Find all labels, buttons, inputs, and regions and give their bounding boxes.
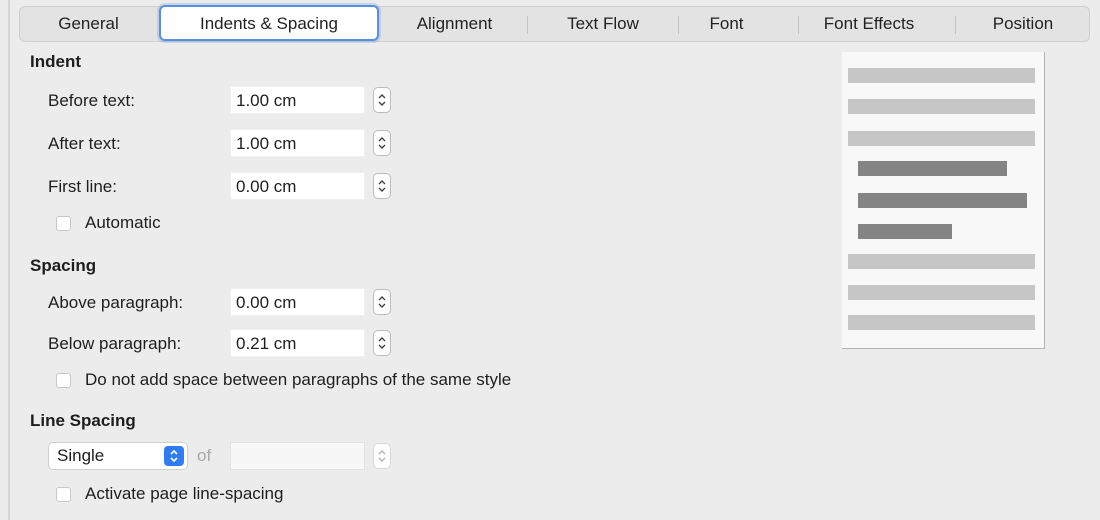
tab-position[interactable]: Position: [956, 7, 1090, 41]
before-text-label: Before text:: [48, 91, 135, 110]
tab-indents-spacing[interactable]: Indents & Spacing: [159, 5, 379, 41]
before-text-spinner[interactable]: [373, 87, 391, 113]
preview-line-current: [858, 224, 952, 239]
after-text-spinner[interactable]: [373, 130, 391, 156]
after-text-field[interactable]: 1.00 cm: [230, 129, 365, 157]
first-line-field[interactable]: 0.00 cm: [230, 172, 365, 200]
tab-font-effects[interactable]: Font Effects: [799, 7, 939, 41]
page-line-spacing-checkbox[interactable]: [56, 487, 71, 502]
spacing-heading: Spacing: [30, 256, 97, 275]
line-spacing-of-spinner[interactable]: [373, 443, 391, 469]
tab-general[interactable]: General: [20, 7, 157, 41]
preview-line-current: [858, 193, 1027, 208]
below-paragraph-label: Below paragraph:: [48, 334, 182, 353]
preview-line: [848, 99, 1035, 114]
spinner-arrows-icon: [378, 180, 386, 192]
tab-font[interactable]: Font: [679, 7, 774, 41]
select-chevron-icon: [164, 446, 184, 466]
above-paragraph-spinner[interactable]: [373, 289, 391, 315]
spinner-arrows-icon: [378, 137, 386, 149]
preview-line: [848, 315, 1035, 330]
first-line-spinner[interactable]: [373, 173, 391, 199]
indent-heading: Indent: [30, 52, 81, 71]
line-spacing-select-value: Single: [57, 446, 105, 465]
below-paragraph-field[interactable]: 0.21 cm: [230, 329, 365, 357]
line-spacing-select[interactable]: Single: [48, 442, 188, 470]
no-space-same-style-checkbox[interactable]: [56, 373, 71, 388]
automatic-checkbox[interactable]: [56, 216, 71, 231]
spinner-arrows-icon: [378, 94, 386, 106]
automatic-label: Automatic: [85, 213, 161, 232]
preview-line: [848, 131, 1035, 146]
after-text-label: After text:: [48, 134, 121, 153]
tab-bar: General Indents & Spacing Alignment Text…: [19, 5, 1090, 42]
paragraph-preview: [842, 52, 1045, 349]
preview-line: [848, 68, 1035, 83]
of-label: of: [197, 446, 212, 465]
first-line-label: First line:: [48, 177, 117, 196]
tab-alignment[interactable]: Alignment: [382, 7, 527, 41]
preview-line: [848, 254, 1035, 269]
page-line-spacing-label: Activate page line-spacing: [85, 484, 284, 503]
preview-line: [848, 285, 1035, 300]
spinner-arrows-icon: [378, 296, 386, 308]
below-paragraph-spinner[interactable]: [373, 330, 391, 356]
line-spacing-of-field[interactable]: [230, 442, 365, 470]
above-paragraph-label: Above paragraph:: [48, 293, 184, 312]
dialog-left-edge: [8, 0, 10, 520]
preview-line-current: [858, 161, 1007, 176]
spinner-arrows-icon: [378, 337, 386, 349]
tab-text-flow[interactable]: Text Flow: [528, 7, 678, 41]
before-text-field[interactable]: 1.00 cm: [230, 86, 365, 114]
spinner-arrows-icon: [378, 450, 386, 462]
no-space-same-style-label: Do not add space between paragraphs of t…: [85, 370, 512, 389]
line-spacing-heading: Line Spacing: [30, 411, 136, 430]
above-paragraph-field[interactable]: 0.00 cm: [230, 288, 365, 316]
